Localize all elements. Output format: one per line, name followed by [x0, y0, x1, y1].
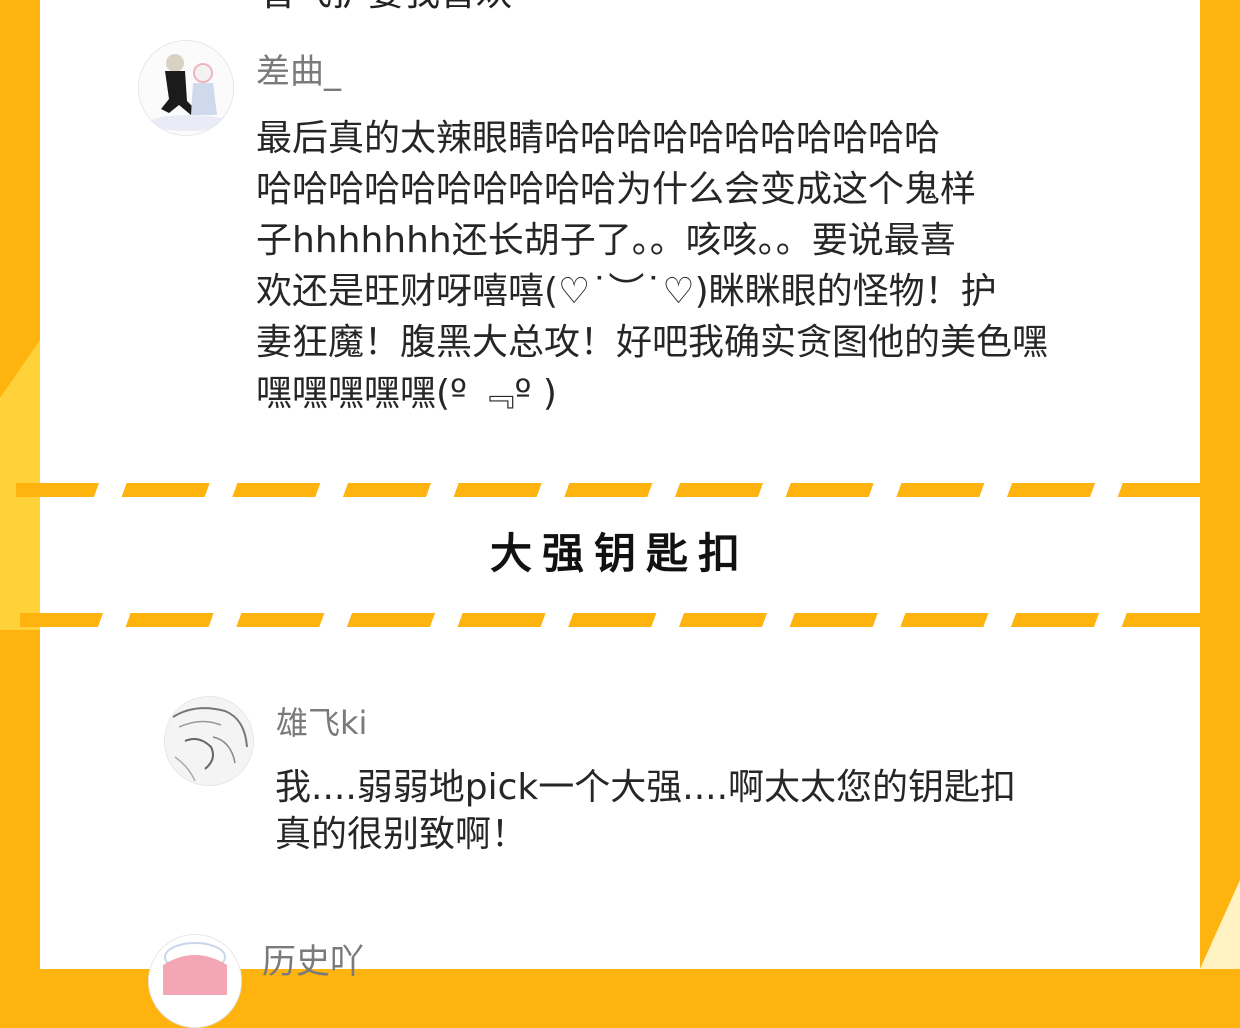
avatar-anime-couple-image — [139, 41, 233, 135]
avatar[interactable] — [164, 696, 254, 786]
avatar-pink-hair-image — [149, 935, 241, 1027]
comment-line: 我....弱弱地pick一个大强....啊太太您的钥匙扣 — [275, 767, 1017, 808]
comment-body: 最后真的太辣眼睛哈哈哈哈哈哈哈哈哈哈哈 哈哈哈哈哈哈哈哈哈哈为什么会变成这个鬼样… — [256, 113, 1048, 419]
section-title: 大强钥匙扣 — [489, 529, 750, 578]
comment-line: 哈哈哈哈哈哈哈哈哈哈为什么会变成这个鬼样 — [256, 169, 977, 210]
comment-line: 嘿嘿嘿嘿嘿(º ﹃º ) — [256, 373, 557, 414]
clipped-comment-text: 曾飞护妻我喜欢 — [260, 0, 512, 14]
comment-body: 我....弱弱地pick一个大强....啊太太您的钥匙扣 真的很别致啊！ — [275, 764, 1016, 858]
background-shape-right — [1200, 880, 1240, 969]
comment-line: 欢还是旺财呀嘻嘻(♡˙︶˙♡)眯眯眼的怪物！护 — [256, 271, 997, 312]
avatar[interactable] — [148, 934, 242, 1028]
comment-username[interactable]: 历史吖 — [262, 934, 364, 983]
comment-username[interactable]: 雄飞ki — [276, 698, 367, 744]
section-divider-bottom — [20, 613, 1200, 627]
comment-username[interactable]: 差曲_ — [256, 44, 341, 93]
avatar[interactable] — [138, 40, 234, 136]
avatar-sketch-image — [165, 697, 253, 785]
comment-line: 妻狂魔！腹黑大总攻！好吧我确实贪图他的美色嘿 — [256, 322, 1049, 363]
section-divider-top — [16, 483, 1200, 497]
comment-line: 真的很别致啊！ — [275, 814, 528, 855]
comment-line: 最后真的太辣眼睛哈哈哈哈哈哈哈哈哈哈哈 — [256, 118, 941, 159]
comment-line: 子hhhhhhh还长胡子了。。咳咳。。要说最喜 — [256, 220, 956, 261]
